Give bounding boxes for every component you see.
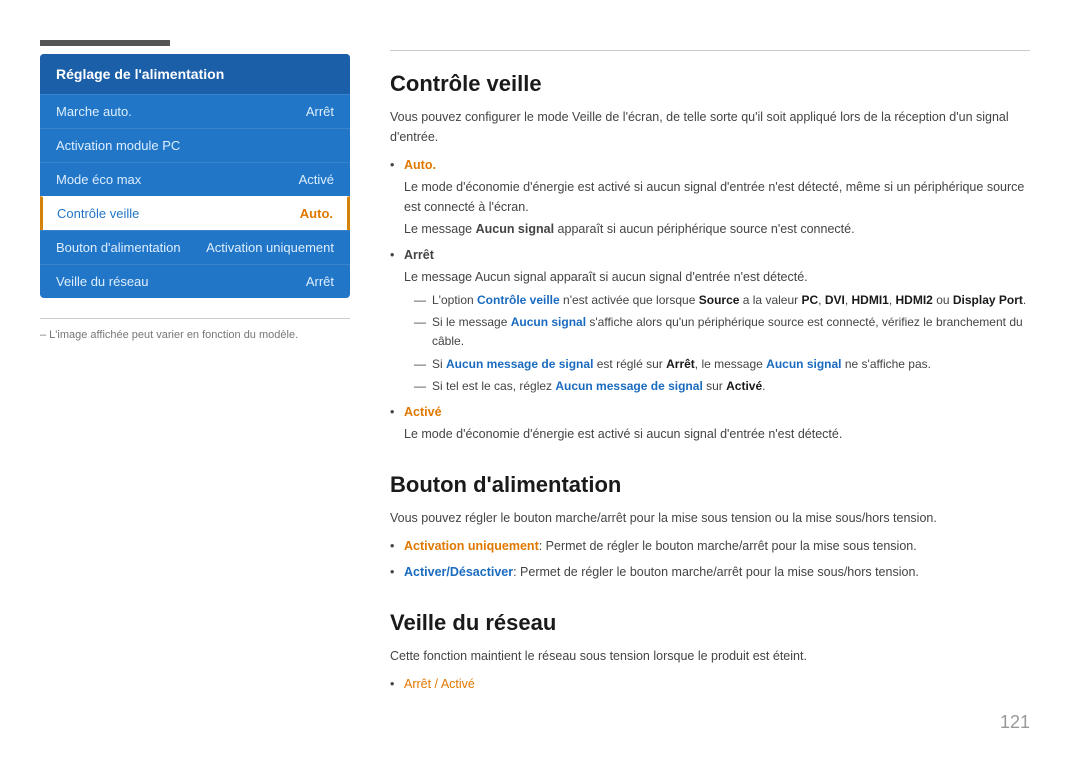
bullet-label-1-1: Activer/Désactiver [404, 565, 513, 579]
section-title-bouton-alimentation: Bouton d'alimentation [390, 472, 1030, 498]
bullet-label-0-0: Auto. [404, 158, 436, 172]
bullet-2-0: • Arrêt / Activé [390, 674, 1030, 694]
section-veille-reseau: Veille du réseau Cette fonction maintient… [390, 610, 1030, 694]
section-desc-veille-reseau: Cette fonction maintient le réseau sous … [390, 646, 1030, 666]
bullet-label-2-0: Arrêt / Activé [404, 677, 475, 691]
menu-item-5[interactable]: Veille du réseauArrêt [40, 264, 350, 298]
sidebar: Réglage de l'alimentation Marche auto.Ar… [40, 40, 350, 723]
bullet-0-0: • Auto.Le mode d'économie d'énergie est … [390, 155, 1030, 239]
top-divider [390, 50, 1030, 51]
page-number: 121 [1000, 712, 1030, 733]
sidebar-top-bar [40, 40, 170, 46]
sub-bullet-0-1-3: — Si tel est le cas, réglez Aucun messag… [414, 377, 1030, 396]
bullet-1-0: • Activation uniquement: Permet de régle… [390, 536, 1030, 556]
sub-bullet-0-1-2: — Si Aucun message de signal est réglé s… [414, 355, 1030, 374]
bullet-label-0-1: Arrêt [404, 248, 434, 262]
section-bouton-alimentation: Bouton d'alimentation Vous pouvez régler … [390, 472, 1030, 582]
bullet-0-1: • ArrêtLe message Aucun signal apparaît … [390, 245, 1030, 396]
section-desc-controle-veille: Vous pouvez configurer le mode Veille de… [390, 107, 1030, 147]
sidebar-title: Réglage de l'alimentation [40, 54, 350, 94]
bullet-label-1-0: Activation uniquement [404, 539, 539, 553]
menu-item-0[interactable]: Marche auto.Arrêt [40, 94, 350, 128]
sub-bullet-0-1-1: — Si le message Aucun signal s'affiche a… [414, 313, 1030, 351]
section-title-veille-reseau: Veille du réseau [390, 610, 1030, 636]
menu-item-4[interactable]: Bouton d'alimentationActivation uniqueme… [40, 230, 350, 264]
section-controle-veille: Contrôle veille Vous pouvez configurer le… [390, 71, 1030, 444]
menu-item-1[interactable]: Activation module PC [40, 128, 350, 162]
bullet-label-0-2: Activé [404, 405, 442, 419]
bullet-1-1: • Activer/Désactiver: Permet de régler l… [390, 562, 1030, 582]
sidebar-menu: Réglage de l'alimentation Marche auto.Ar… [40, 54, 350, 298]
section-desc-bouton-alimentation: Vous pouvez régler le bouton marche/arrê… [390, 508, 1030, 528]
bullet-0-2: • ActivéLe mode d'économie d'énergie est… [390, 402, 1030, 444]
main-content: Contrôle veille Vous pouvez configurer le… [390, 40, 1030, 723]
menu-item-3[interactable]: Contrôle veilleAuto. [40, 196, 350, 230]
menu-item-2[interactable]: Mode éco maxActivé [40, 162, 350, 196]
section-title-controle-veille: Contrôle veille [390, 71, 1030, 97]
sidebar-note: – L'image affichée peut varier en foncti… [40, 318, 350, 341]
sub-bullet-0-1-0: — L'option Contrôle veille n'est activée… [414, 291, 1030, 310]
